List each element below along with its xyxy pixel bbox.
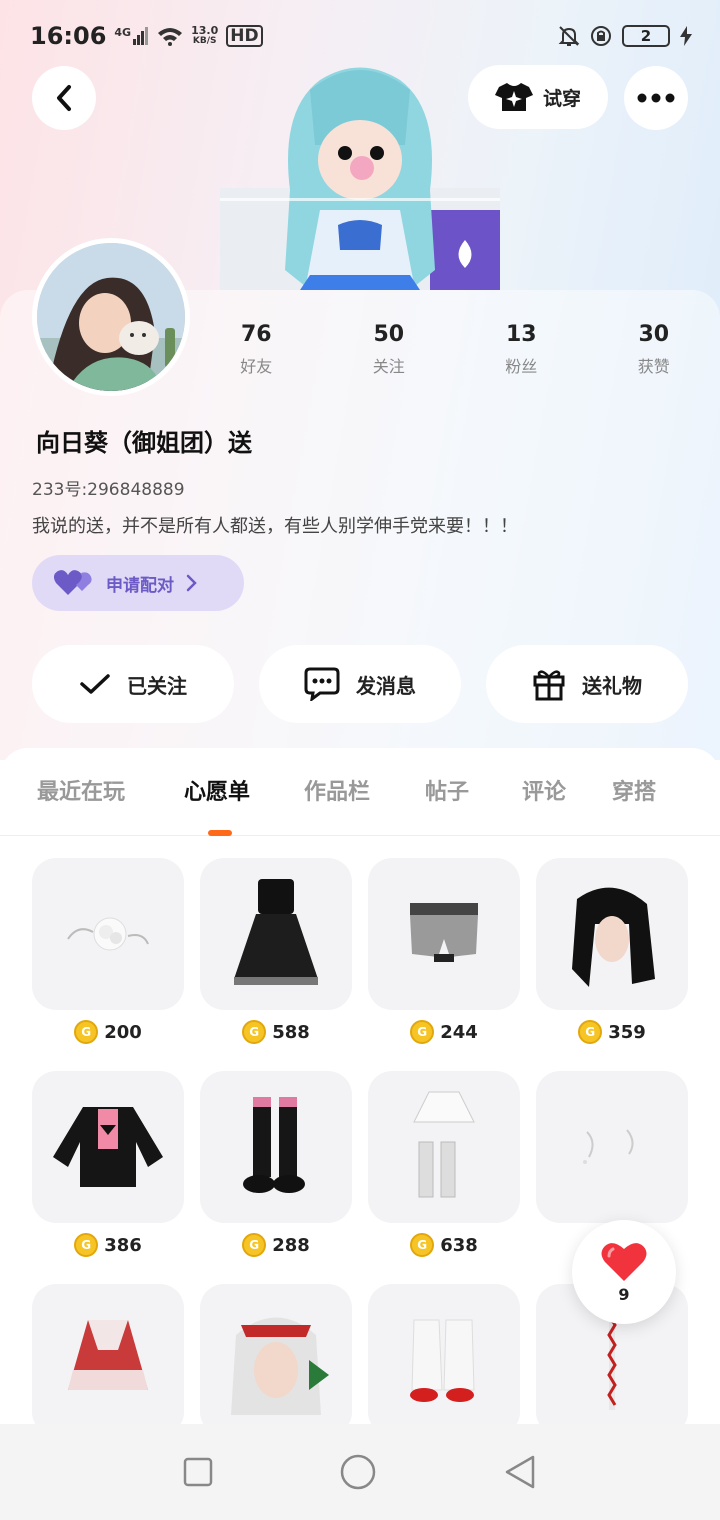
- following-label: 已关注: [127, 673, 187, 698]
- stat-friends[interactable]: 76 好友: [190, 322, 323, 377]
- send-gift-button[interactable]: 送礼物: [486, 645, 688, 723]
- tab-recently-played[interactable]: 最近在玩: [37, 774, 125, 806]
- coin-icon: G: [74, 1020, 99, 1044]
- tab-outfits[interactable]: 穿搭: [612, 774, 656, 806]
- signal-icon: 4G: [114, 27, 149, 45]
- wishlist-item[interactable]: G 638: [368, 1071, 520, 1257]
- stat-following[interactable]: 50 关注: [323, 322, 456, 377]
- wishlist-item[interactable]: G 288: [200, 1071, 352, 1257]
- wishlist-item[interactable]: G 588: [200, 858, 352, 1044]
- like-button[interactable]: 9: [572, 1220, 676, 1324]
- wishlist-item[interactable]: G 200: [32, 858, 184, 1044]
- item-price: 244: [440, 1021, 478, 1043]
- coin-icon: G: [242, 1020, 267, 1044]
- wishlist-item[interactable]: G 244: [368, 858, 520, 1044]
- action-row: 已关注 发消息 送礼物: [32, 645, 688, 723]
- coin-icon: G: [410, 1233, 435, 1257]
- wishlist-item[interactable]: [536, 1071, 688, 1223]
- stat-fans[interactable]: 13 粉丝: [455, 322, 588, 377]
- stat-likes[interactable]: 30 获赞: [588, 322, 720, 377]
- tab-posts[interactable]: 帖子: [425, 774, 469, 806]
- item-thumbnail: [536, 1071, 688, 1223]
- like-count: 9: [618, 1284, 630, 1304]
- item-thumbnail: [32, 1071, 184, 1223]
- gift-icon: [533, 670, 565, 701]
- profile-stats: 76 好友 50 关注 13 粉丝 30 获赞: [190, 322, 720, 377]
- tab-works[interactable]: 作品栏: [304, 774, 370, 806]
- coin-icon: G: [74, 1233, 99, 1257]
- item-price: 638: [440, 1234, 478, 1256]
- item-thumbnail: [368, 1071, 520, 1223]
- item-thumbnail: [368, 858, 520, 1010]
- back-triangle-icon[interactable]: [503, 1454, 537, 1490]
- checkmark-icon: [80, 674, 110, 694]
- avatar-3d-figure: [220, 50, 500, 290]
- status-time: 16:06: [30, 22, 107, 50]
- item-thumbnail: [368, 1284, 520, 1428]
- coin-icon: G: [578, 1020, 603, 1044]
- network-type: 4G: [114, 26, 132, 39]
- item-price: 200: [104, 1021, 142, 1043]
- send-message-label: 发消息: [356, 673, 416, 698]
- item-thumbnail: [200, 1071, 352, 1223]
- battery-indicator: 2: [622, 25, 670, 47]
- item-price: 288: [272, 1234, 310, 1256]
- item-thumbnail: [200, 1284, 352, 1428]
- double-heart-icon: [54, 570, 92, 595]
- tab-wishlist[interactable]: 心愿单: [184, 774, 250, 806]
- try-on-label: 试穿: [542, 87, 581, 110]
- following-button[interactable]: 已关注: [32, 645, 234, 723]
- wishlist-panel: 最近在玩 心愿单 作品栏 帖子 评论 穿搭 G200 G588 G244: [0, 748, 720, 1428]
- user-nickname: 向日葵（御姐团）送: [36, 429, 252, 457]
- more-button[interactable]: [624, 66, 688, 130]
- more-dots-icon: [637, 93, 675, 103]
- item-price: 588: [272, 1021, 310, 1043]
- heart-icon: [601, 1242, 647, 1281]
- user-avatar[interactable]: [32, 238, 190, 396]
- wishlist-item[interactable]: [200, 1284, 352, 1428]
- wifi-icon: [158, 28, 183, 46]
- item-thumbnail: [32, 1284, 184, 1428]
- send-message-button[interactable]: 发消息: [259, 645, 461, 723]
- user-id: 233号:296848889: [32, 480, 185, 500]
- back-button[interactable]: [32, 66, 96, 130]
- hd-badge: HD: [226, 25, 263, 47]
- item-thumbnail: [32, 858, 184, 1010]
- item-price: 386: [104, 1234, 142, 1256]
- chevron-left-icon: [57, 85, 71, 111]
- item-thumbnail: [536, 858, 688, 1010]
- request-pair-button[interactable]: 申请配对: [32, 555, 244, 611]
- recent-apps-icon[interactable]: [183, 1457, 213, 1487]
- system-nav-bar: [0, 1424, 720, 1520]
- wishlist-item[interactable]: [32, 1284, 184, 1428]
- lock-rotation-icon: [591, 26, 611, 46]
- coin-icon: G: [242, 1233, 267, 1257]
- wishlist-item[interactable]: G 359: [536, 858, 688, 1044]
- item-price: 359: [608, 1021, 646, 1043]
- bell-off-icon: [558, 26, 580, 46]
- send-gift-label: 送礼物: [582, 673, 642, 698]
- coin-icon: G: [410, 1020, 435, 1044]
- home-circle-icon[interactable]: [339, 1453, 377, 1491]
- chevron-right-icon: [186, 574, 197, 592]
- request-pair-label: 申请配对: [106, 575, 174, 596]
- charging-icon: [680, 26, 692, 46]
- item-thumbnail: [200, 858, 352, 1010]
- tab-comments[interactable]: 评论: [522, 774, 566, 806]
- user-bio: 我说的送，并不是所有人都送，有些人别学伸手党来要！！！: [32, 516, 518, 537]
- profile-tabs: 最近在玩 心愿单 作品栏 帖子 评论 穿搭: [0, 748, 720, 836]
- active-tab-indicator: [208, 830, 232, 836]
- wishlist-item[interactable]: [368, 1284, 520, 1428]
- wishlist-item[interactable]: G 386: [32, 1071, 184, 1257]
- network-speed: 13.0 KB/S: [191, 24, 219, 46]
- message-bubble-icon: [304, 667, 340, 701]
- tshirt-sparkle-icon: [494, 83, 533, 111]
